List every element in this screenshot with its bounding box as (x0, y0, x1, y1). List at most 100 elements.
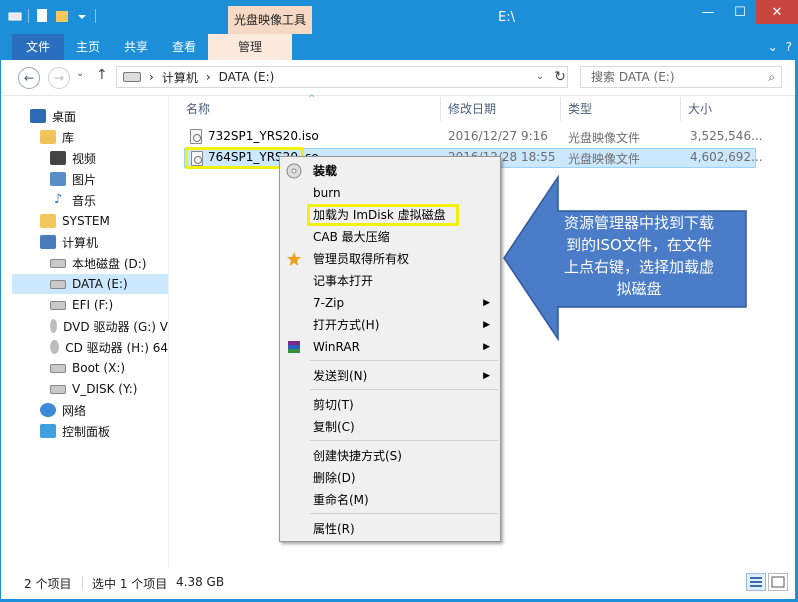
nav-item-drive-d[interactable]: 本地磁盘 (D:) (50, 253, 146, 273)
new-file-icon[interactable] (35, 8, 49, 24)
nav-item-drive-g[interactable]: DVD 驱动器 (G:) V (50, 316, 168, 336)
column-divider[interactable] (680, 97, 681, 121)
menu-item-7zip[interactable]: 7-Zip ▶ (280, 292, 500, 314)
address-dropdown-button[interactable]: ⌄ (530, 66, 550, 88)
menu-item-label: CAB 最大压缩 (313, 230, 390, 244)
close-button[interactable]: ✕ (756, 0, 798, 24)
menu-item-send-to[interactable]: 发送到(N) ▶ (280, 365, 500, 387)
details-view-button[interactable] (746, 573, 766, 591)
help-icon[interactable]: ? (786, 40, 792, 54)
hard-drive-icon (50, 258, 66, 268)
menu-item-notepad[interactable]: 记事本打开 (280, 270, 500, 292)
up-button[interactable]: ↑ (96, 67, 108, 83)
menu-item-label: 创建快捷方式(S) (313, 449, 402, 463)
file-name: 732SP1_YRS20.iso (208, 129, 319, 143)
nav-item-label: 本地磁盘 (D:) (72, 256, 147, 271)
menu-item-label: 属性(R) (313, 522, 355, 536)
nav-item-label: 图片 (72, 172, 97, 187)
menu-item-cut[interactable]: 剪切(T) (280, 394, 500, 416)
tab-share[interactable]: 共享 (112, 34, 160, 60)
nav-item-computer[interactable]: 计算机 (40, 232, 98, 252)
tab-home[interactable]: 主页 (64, 34, 112, 60)
nav-item-network[interactable]: 网络 (40, 400, 86, 420)
menu-item-burn[interactable]: burn (280, 182, 500, 204)
large-icons-view-button[interactable] (768, 573, 788, 591)
details-view-icon (750, 577, 762, 587)
menu-item-label: 记事本打开 (313, 274, 374, 288)
nav-item-label: 视频 (72, 151, 97, 166)
refresh-button[interactable]: ↻ (550, 66, 570, 88)
tab-file[interactable]: 文件 (12, 34, 65, 60)
menu-item-take-ownership[interactable]: 管理员取得所有权 (280, 248, 500, 270)
column-header-modified[interactable]: 修改日期 (448, 97, 496, 121)
menu-item-winrar[interactable]: WinRAR ▶ (280, 336, 500, 358)
nav-item-drive-y[interactable]: V_DISK (Y:) (50, 379, 137, 399)
nav-item-system[interactable]: SYSTEM (40, 211, 110, 231)
forward-button[interactable]: → (48, 67, 70, 89)
column-header-type[interactable]: 类型 (568, 97, 592, 121)
tab-manage[interactable]: 管理 (208, 34, 293, 60)
winrar-icon (288, 341, 300, 353)
column-divider[interactable] (440, 97, 441, 121)
column-divider[interactable] (560, 97, 561, 121)
menu-item-delete[interactable]: 删除(D) (280, 467, 500, 489)
column-header-size[interactable]: 大小 (688, 97, 712, 121)
submenu-arrow-icon: ▶ (483, 320, 490, 330)
search-input[interactable]: 搜索 DATA (E:) ⌕ (580, 66, 782, 88)
disc-image-icon (190, 129, 202, 144)
window-controls: — ☐ ✕ (692, 0, 798, 24)
status-divider (82, 576, 83, 590)
new-folder-icon[interactable] (55, 8, 69, 24)
nav-item-videos[interactable]: 视频 (50, 148, 96, 168)
video-icon (50, 151, 66, 165)
nav-item-drive-f[interactable]: EFI (F:) (50, 295, 113, 315)
nav-item-libraries[interactable]: 库 (40, 127, 74, 147)
menu-item-mount[interactable]: 装载 (280, 160, 500, 182)
sort-indicator: ^ (308, 94, 316, 104)
pane-splitter[interactable] (168, 97, 169, 567)
menu-item-label: 装载 (313, 164, 338, 178)
nav-item-music[interactable]: ♪ 音乐 (50, 190, 96, 210)
nav-item-control-panel[interactable]: 控制面板 (40, 421, 110, 441)
nav-item-drive-x[interactable]: Boot (X:) (50, 358, 125, 378)
back-button[interactable]: ← (18, 67, 40, 89)
nav-item-drive-e[interactable]: DATA (E:) (12, 274, 168, 294)
menu-item-label: 7-Zip (313, 296, 345, 310)
nav-item-drive-h[interactable]: CD 驱动器 (H:) 64 (50, 337, 168, 357)
nav-item-label: 桌面 (52, 109, 77, 124)
menu-item-properties[interactable]: 属性(R) (280, 518, 500, 540)
file-row[interactable]: 732SP1_YRS20.iso 2016/12/27 9:16 光盘映像文件 … (184, 127, 763, 147)
nav-item-label: EFI (F:) (72, 298, 114, 312)
breadcrumb-computer[interactable]: 计算机 (162, 69, 198, 86)
star-icon (287, 252, 301, 266)
tab-view[interactable]: 查看 (160, 34, 208, 60)
menu-item-open-with[interactable]: 打开方式(H) ▶ (280, 314, 500, 336)
file-size: 4,602,692... (690, 150, 763, 164)
picture-icon (50, 172, 66, 186)
cd-drive-icon (50, 340, 60, 354)
nav-item-pictures[interactable]: 图片 (50, 169, 96, 189)
ribbon-collapse-icon[interactable]: ⌄ (768, 40, 778, 54)
breadcrumb-data-e[interactable]: DATA (E:) (219, 70, 275, 84)
search-placeholder: 搜索 DATA (E:) (591, 70, 675, 84)
search-icon[interactable]: ⌕ (768, 67, 775, 87)
breadcrumb-separator: › (205, 70, 211, 84)
menu-item-label: 剪切(T) (313, 398, 354, 412)
menu-item-copy[interactable]: 复制(C) (280, 416, 500, 438)
drive-icon (8, 8, 22, 24)
nav-item-desktop[interactable]: 桌面 (30, 106, 76, 126)
menu-item-label: WinRAR (313, 340, 360, 354)
menu-item-rename[interactable]: 重命名(M) (280, 489, 500, 511)
customize-toolbar-icon[interactable] (75, 8, 89, 24)
menu-item-cab[interactable]: CAB 最大压缩 (280, 226, 500, 248)
column-header-name[interactable]: 名称 (186, 97, 210, 121)
recent-locations-button[interactable]: ⌄ (76, 68, 84, 79)
hard-drive-icon (50, 363, 66, 373)
minimize-button[interactable]: — (692, 0, 724, 24)
menu-item-create-shortcut[interactable]: 创建快捷方式(S) (280, 445, 500, 467)
computer-icon (40, 235, 56, 249)
address-bar[interactable]: › 计算机 › DATA (E:) (116, 66, 568, 88)
context-tab-group-label: 光盘映像工具 (228, 6, 312, 34)
maximize-button[interactable]: ☐ (724, 0, 756, 24)
nav-item-label: DATA (E:) (72, 277, 128, 291)
